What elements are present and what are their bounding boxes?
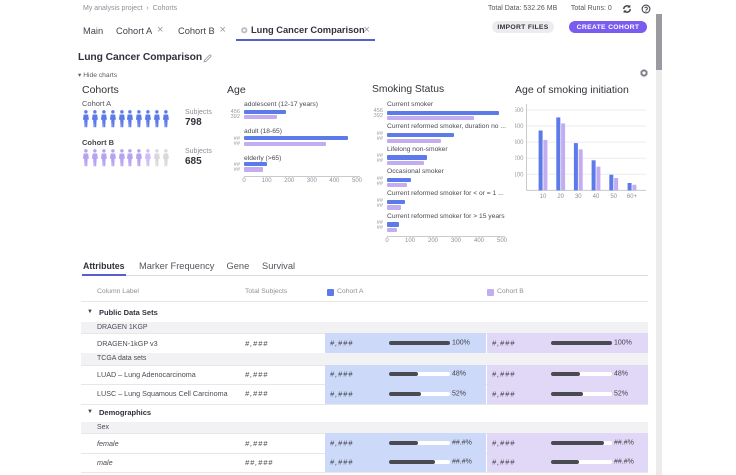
svg-text:30: 30: [575, 194, 582, 200]
svg-text:40: 40: [593, 194, 600, 200]
svg-text:100: 100: [515, 172, 524, 178]
svg-text:10: 10: [540, 194, 547, 200]
svg-text:500: 500: [515, 108, 524, 114]
svg-text:400: 400: [515, 124, 524, 130]
svg-text:300: 300: [515, 140, 524, 146]
svg-text:50: 50: [610, 194, 617, 200]
svg-text:20: 20: [557, 194, 564, 200]
svg-text:60+: 60+: [627, 194, 638, 200]
svg-text:200: 200: [515, 156, 524, 162]
